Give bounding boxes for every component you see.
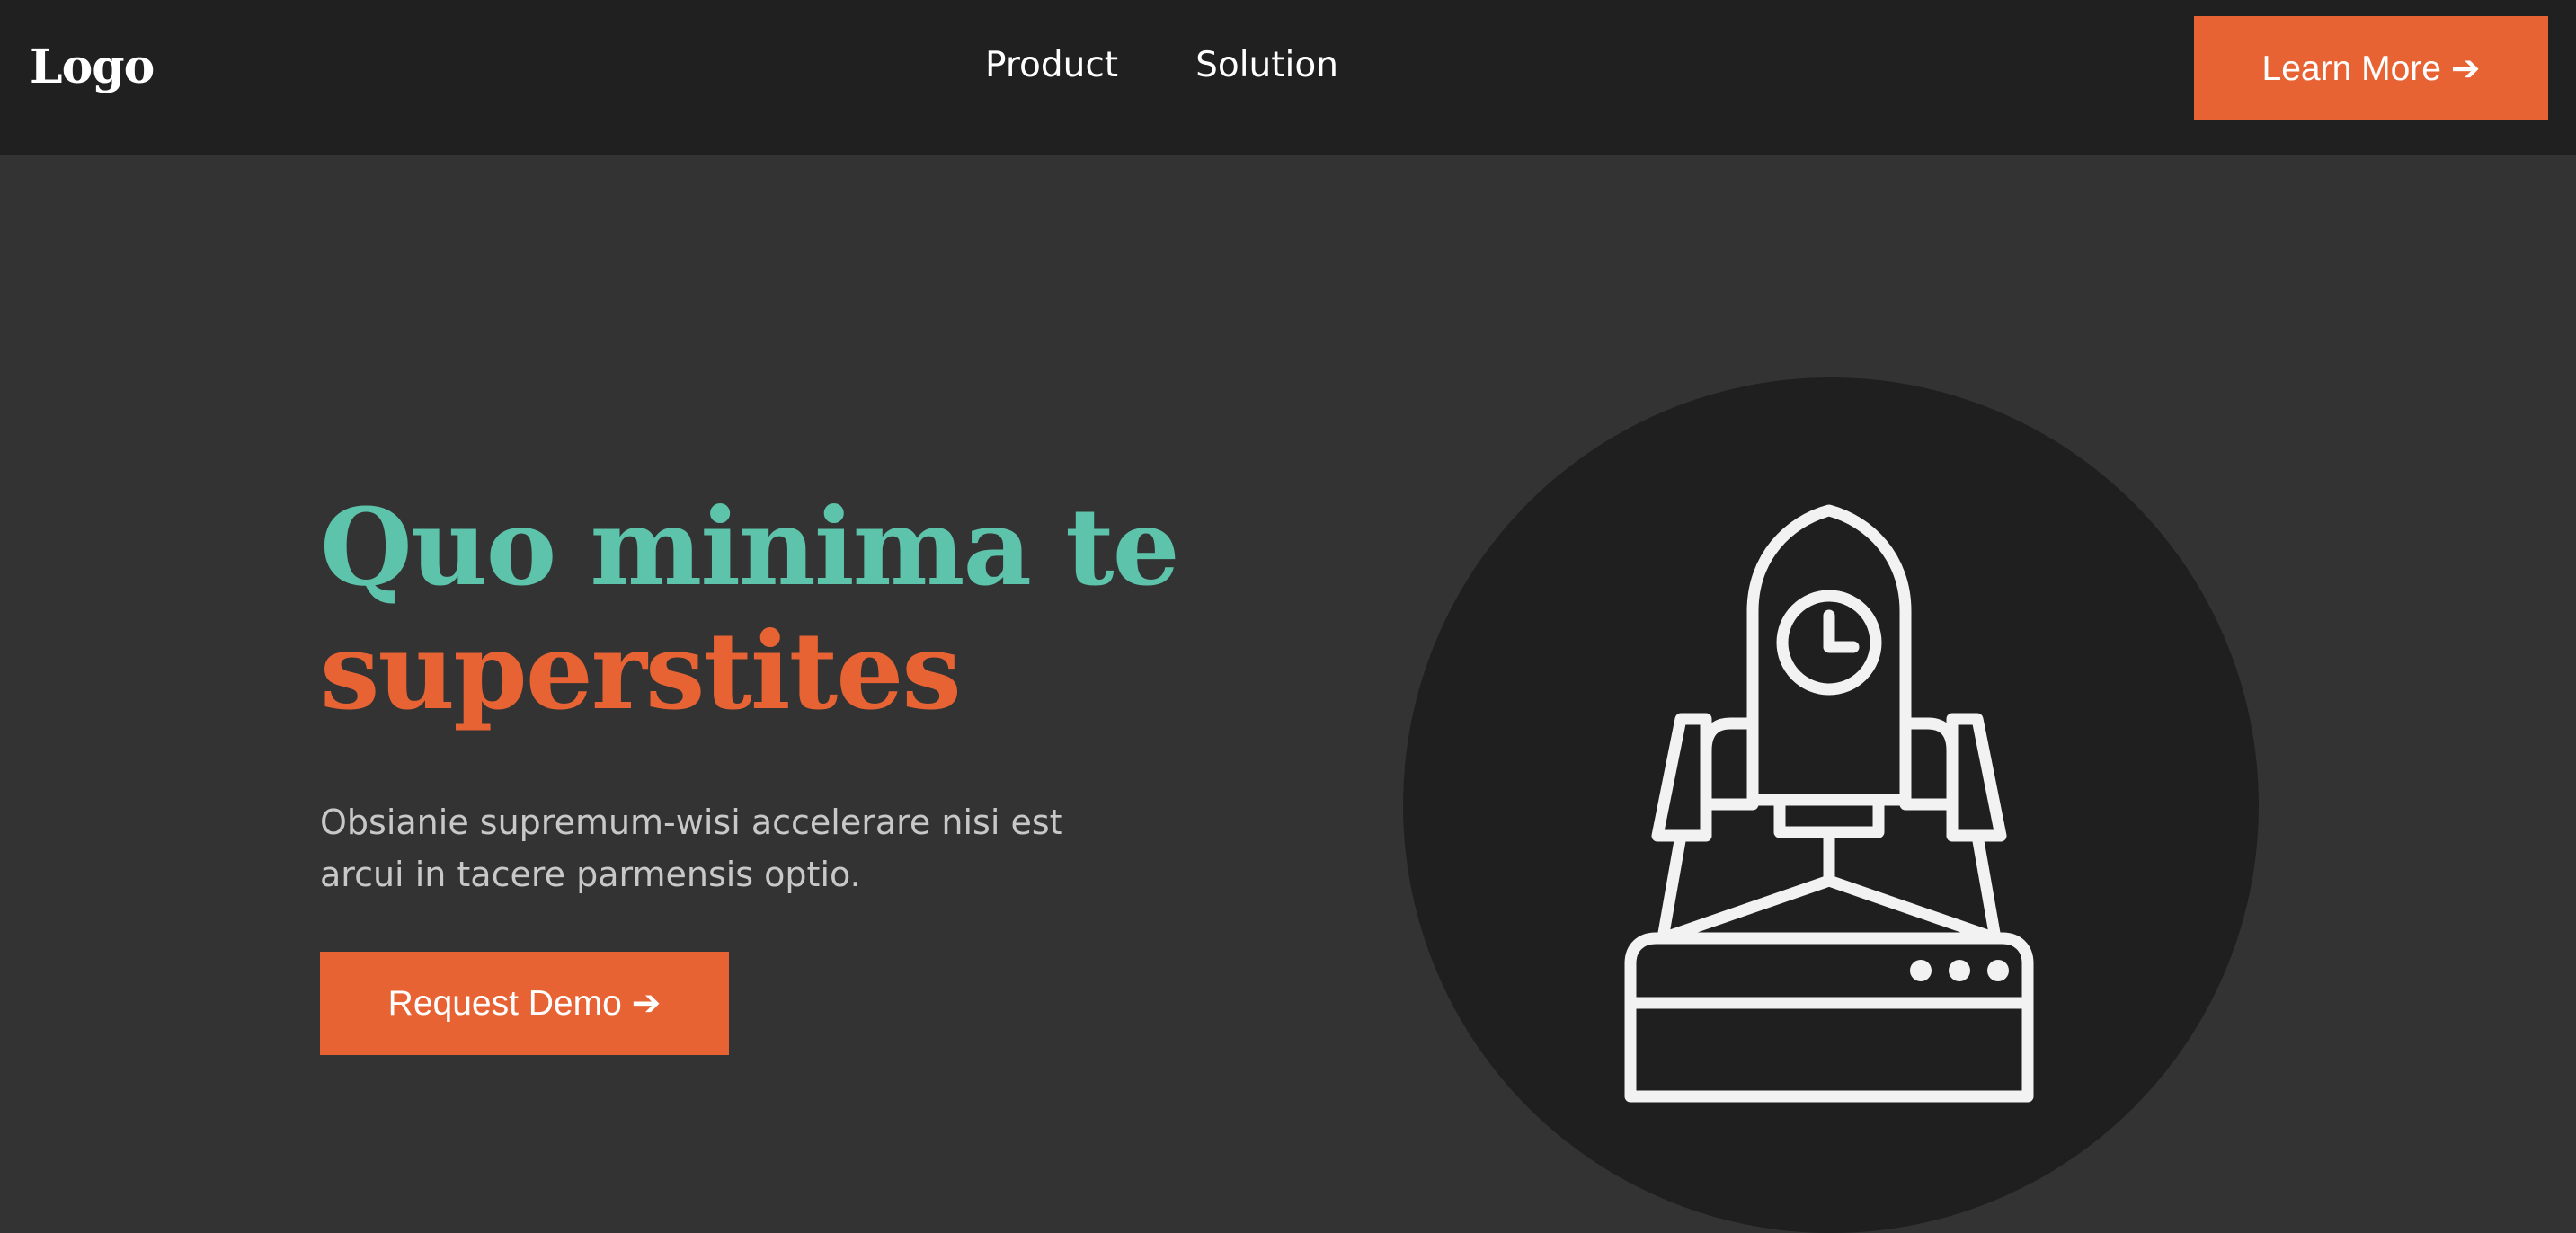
hero-subtitle: Obsianie supremum-wisi accelerare nisi e…	[320, 796, 1129, 900]
request-demo-button[interactable]: Request Demo ➔	[320, 952, 729, 1055]
learn-more-button[interactable]: Learn More ➔	[2194, 16, 2548, 120]
nav-link-product[interactable]: Product	[985, 45, 1118, 85]
logo[interactable]: Logo	[30, 40, 155, 94]
hero-title: Quo minima te superstites	[320, 484, 1180, 733]
hero-subtitle-line2: arcui in tacere parmensis optio.	[320, 855, 861, 894]
rocket-launch-icon	[1624, 504, 2034, 1103]
hero-title-line2: superstites	[320, 608, 962, 733]
nav-link-solution[interactable]: Solution	[1195, 45, 1338, 85]
hero-subtitle-line1: Obsianie supremum-wisi accelerare nisi e…	[320, 803, 1063, 842]
nav-links: Product Solution	[985, 45, 1338, 85]
hero-title-line1: Quo minima te	[320, 484, 1180, 609]
top-navbar: Logo Product Solution Learn More ➔	[0, 0, 2576, 155]
